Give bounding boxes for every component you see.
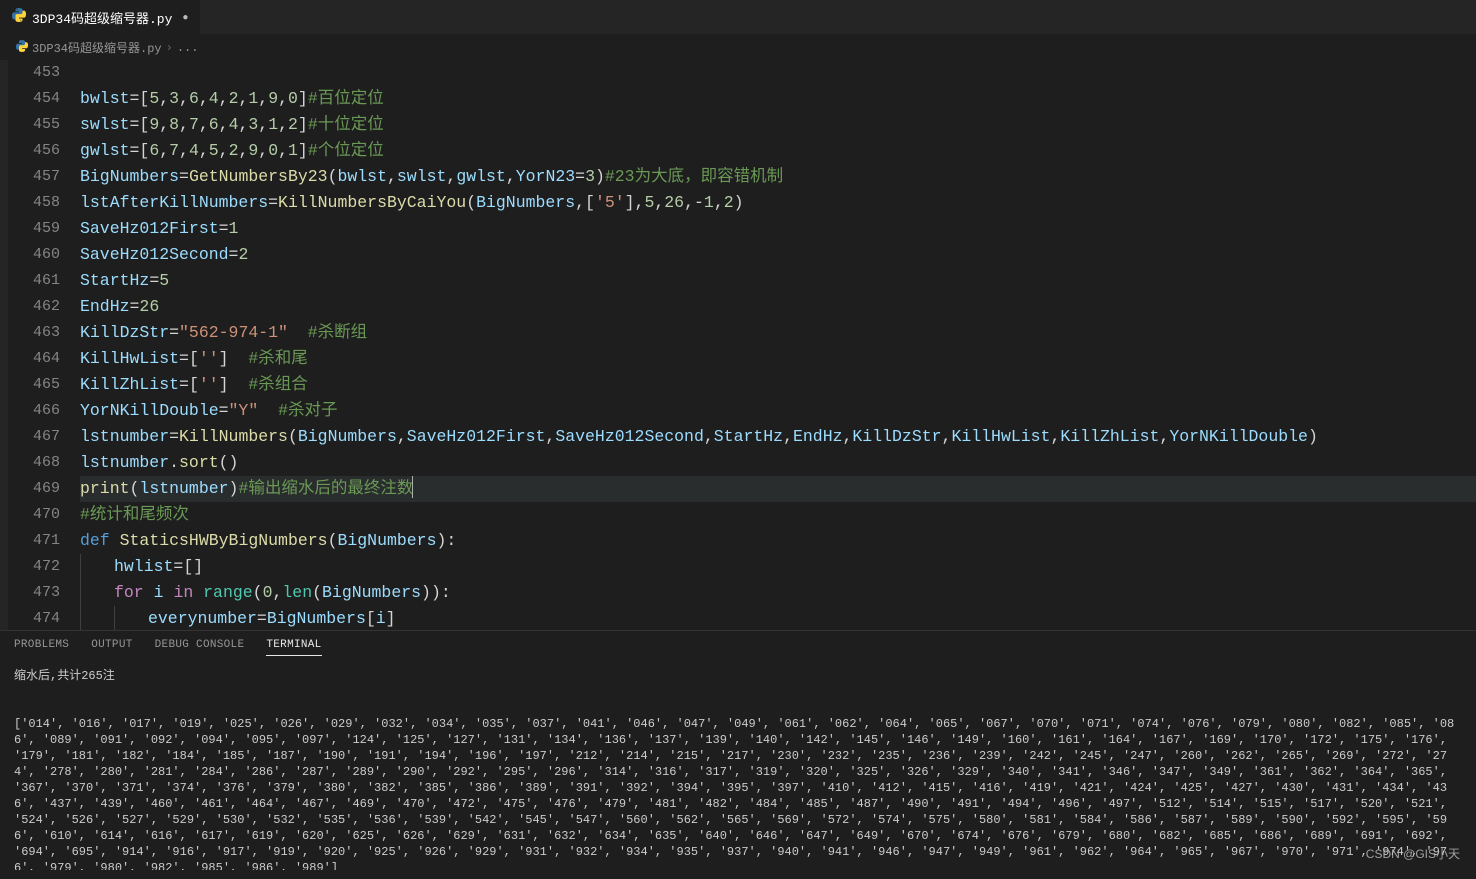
code-line[interactable]: SaveHz012Second=2 [80,242,1476,268]
panel-tab-problems[interactable]: PROBLEMS [14,639,69,656]
watermark: CSDN @GIS小天 [1366,846,1460,862]
line-number: 459 [8,216,60,242]
line-number: 465 [8,372,60,398]
code-line[interactable]: hwlist=[] [80,554,1476,580]
code-line[interactable]: KillDzStr="562-974-1" #杀断组 [80,320,1476,346]
line-number: 453 [8,60,60,86]
terminal-list-output: ['014', '016', '017', '019', '025', '026… [14,716,1462,870]
line-number: 473 [8,580,60,606]
code-line[interactable]: BigNumbers=GetNumbersBy23(bwlst,swlst,gw… [80,164,1476,190]
code-line[interactable]: KillZhList=[''] #杀组合 [80,372,1476,398]
code-editor[interactable]: 4534544554564574584594604614624634644654… [0,60,1476,630]
code-line[interactable]: KillHwList=[''] #杀和尾 [80,346,1476,372]
code-line[interactable]: for i in range(0,len(BigNumbers)): [80,580,1476,606]
line-number: 467 [8,424,60,450]
code-line[interactable] [80,60,1476,86]
code-line[interactable]: def StaticsHWByBigNumbers(BigNumbers): [80,528,1476,554]
line-number: 471 [8,528,60,554]
code-line[interactable]: everynumber=BigNumbers[i] [80,606,1476,630]
line-number: 469 [8,476,60,502]
panel-tabs: PROBLEMS OUTPUT DEBUG CONSOLE TERMINAL [0,631,1476,660]
breadcrumb[interactable]: 3DP34码超级缩号器.py › ... [0,35,1476,60]
chevron-right-icon: › [166,41,173,55]
code-line[interactable]: print(lstnumber)#输出缩水后的最终注数 [80,476,1476,502]
line-number: 462 [8,294,60,320]
line-number: 456 [8,138,60,164]
panel-tab-debug-console[interactable]: DEBUG CONSOLE [155,639,245,656]
line-number: 472 [8,554,60,580]
code-line[interactable]: swlst=[9,8,7,6,4,3,1,2]#十位定位 [80,112,1476,138]
close-icon[interactable] [182,9,188,25]
breadcrumb-file: 3DP34码超级缩号器.py [32,39,162,56]
line-number: 464 [8,346,60,372]
line-number: 458 [8,190,60,216]
code-line[interactable]: #统计和尾频次 [80,502,1476,528]
line-number: 454 [8,86,60,112]
line-number: 461 [8,268,60,294]
tab-bar: 3DP34码超级缩号器.py [0,0,1476,35]
code-line[interactable]: lstnumber=KillNumbers(BigNumbers,SaveHz0… [80,424,1476,450]
activity-edge [0,60,8,630]
code-line[interactable]: lstAfterKillNumbers=KillNumbersByCaiYou(… [80,190,1476,216]
code-line[interactable]: EndHz=26 [80,294,1476,320]
bottom-panel: PROBLEMS OUTPUT DEBUG CONSOLE TERMINAL 缩水后,… [0,630,1476,870]
line-number: 470 [8,502,60,528]
line-number: 455 [8,112,60,138]
breadcrumb-rest: ... [177,41,199,55]
line-number: 468 [8,450,60,476]
line-number: 457 [8,164,60,190]
code-line[interactable]: YorNKillDouble="Y" #杀对子 [80,398,1476,424]
line-number: 466 [8,398,60,424]
python-file-icon [16,40,28,56]
terminal-summary-line: 缩水后,共计265注 [14,668,1462,684]
code-line[interactable]: gwlst=[6,7,4,5,2,9,0,1]#个位定位 [80,138,1476,164]
terminal-output[interactable]: 缩水后,共计265注 ['014', '016', '017', '019', … [0,660,1476,870]
tab-filename: 3DP34码超级缩号器.py [32,8,172,27]
code-area[interactable]: bwlst=[5,3,6,4,2,1,9,0]#百位定位swlst=[9,8,7… [80,60,1476,630]
code-line[interactable]: lstnumber.sort() [80,450,1476,476]
panel-tab-output[interactable]: OUTPUT [91,639,132,656]
panel-tab-terminal[interactable]: TERMINAL [266,639,321,656]
line-number: 460 [8,242,60,268]
code-line[interactable]: bwlst=[5,3,6,4,2,1,9,0]#百位定位 [80,86,1476,112]
line-number: 474 [8,606,60,630]
code-line[interactable]: SaveHz012First=1 [80,216,1476,242]
code-line[interactable]: StartHz=5 [80,268,1476,294]
python-file-icon [12,8,26,26]
line-number-gutter: 4534544554564574584594604614624634644654… [8,60,80,630]
file-tab[interactable]: 3DP34码超级缩号器.py [0,0,201,34]
line-number: 463 [8,320,60,346]
